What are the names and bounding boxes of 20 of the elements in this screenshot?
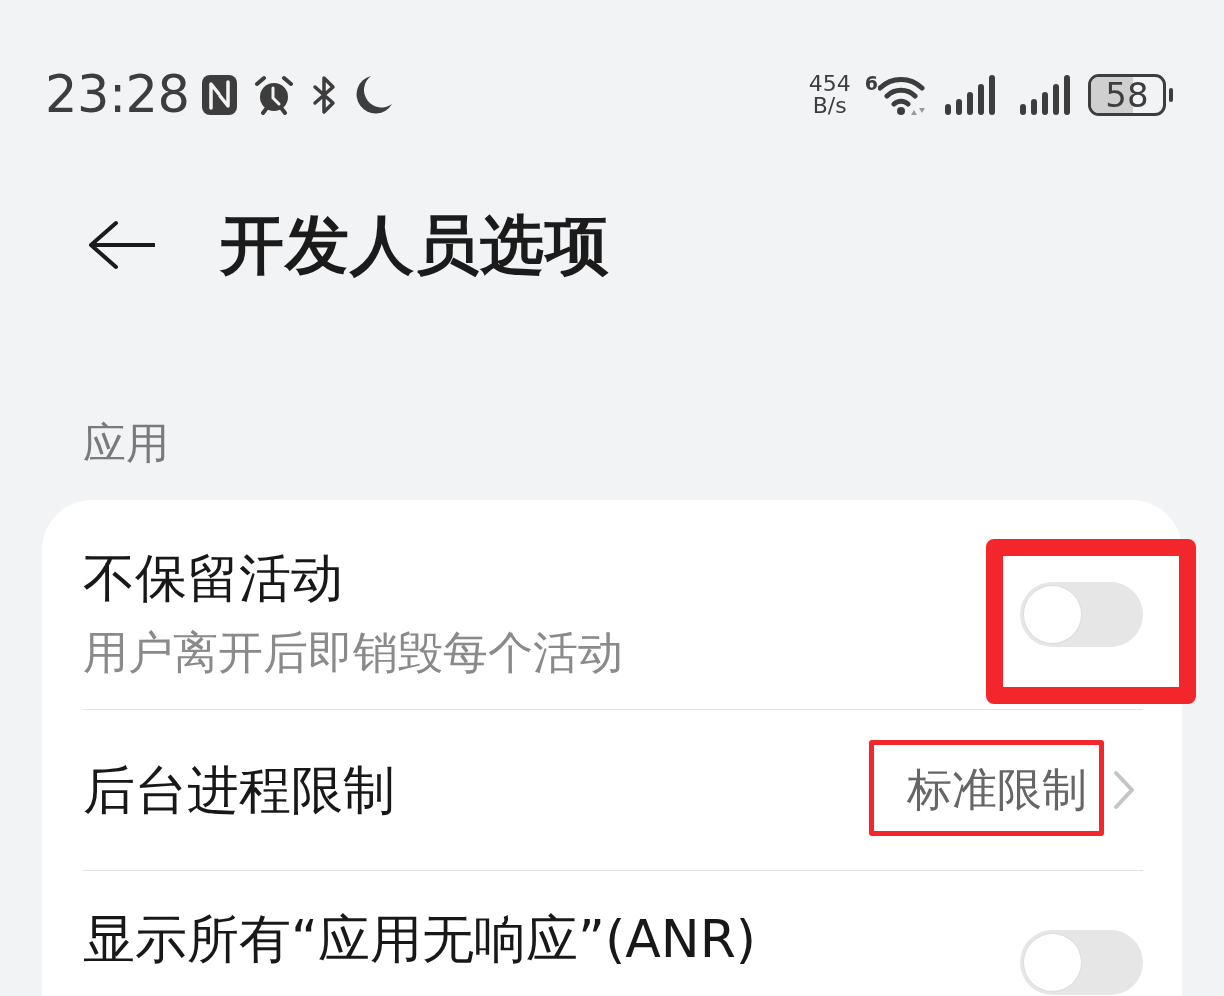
setting-title[interactable]: 显示所有“应用无响应”(ANR) <box>83 908 757 970</box>
page-title: 开发人员选项 <box>220 207 610 284</box>
setting-description: 用户离开后即销毁每个活动 <box>83 625 623 681</box>
setting-title[interactable]: 不保留活动 <box>83 547 343 609</box>
status-time: 23:28 <box>45 70 190 120</box>
signal-bars-icon <box>1020 75 1072 115</box>
nfc-icon <box>202 75 238 115</box>
wifi-icon <box>878 75 925 115</box>
setting-value: 标准限制 <box>907 762 1087 818</box>
chevron-right-icon <box>1113 770 1135 810</box>
network-speed-unit: B/s <box>812 95 847 117</box>
back-arrow-icon[interactable] <box>88 220 155 270</box>
battery-indicator: 58 <box>1088 74 1173 116</box>
section-label: 应用 <box>83 418 169 468</box>
wifi-standard-label: 6 <box>864 73 878 93</box>
network-speed-value: 454 <box>808 73 851 95</box>
setting-title[interactable]: 后台进程限制 <box>83 759 395 821</box>
alarm-clock-icon <box>254 75 295 115</box>
signal-bars-icon <box>945 75 997 115</box>
bluetooth-icon <box>312 75 338 115</box>
